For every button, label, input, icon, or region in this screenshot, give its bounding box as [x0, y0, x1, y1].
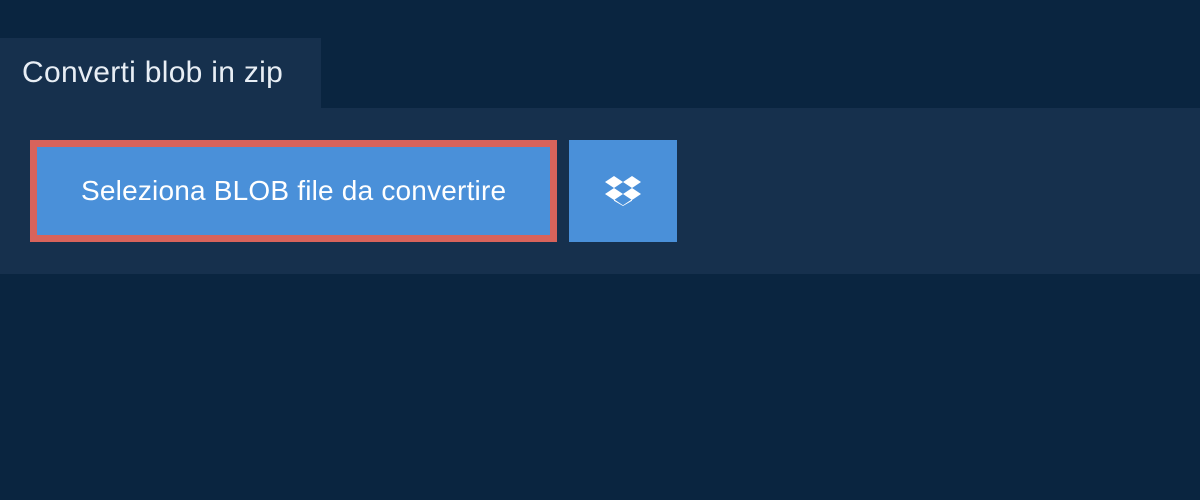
dropbox-button[interactable] [569, 140, 677, 242]
select-file-button[interactable]: Seleziona BLOB file da convertire [37, 147, 550, 235]
tab-bar: Converti blob in zip [0, 0, 1200, 108]
tab-label: Converti blob in zip [22, 56, 283, 89]
tab-convert[interactable]: Converti blob in zip [0, 38, 321, 108]
button-row: Seleziona BLOB file da convertire [30, 140, 1170, 242]
select-file-label: Seleziona BLOB file da convertire [81, 175, 506, 206]
content-panel: Seleziona BLOB file da convertire [0, 108, 1200, 274]
select-file-highlight: Seleziona BLOB file da convertire [30, 140, 557, 242]
dropbox-icon [605, 173, 641, 209]
